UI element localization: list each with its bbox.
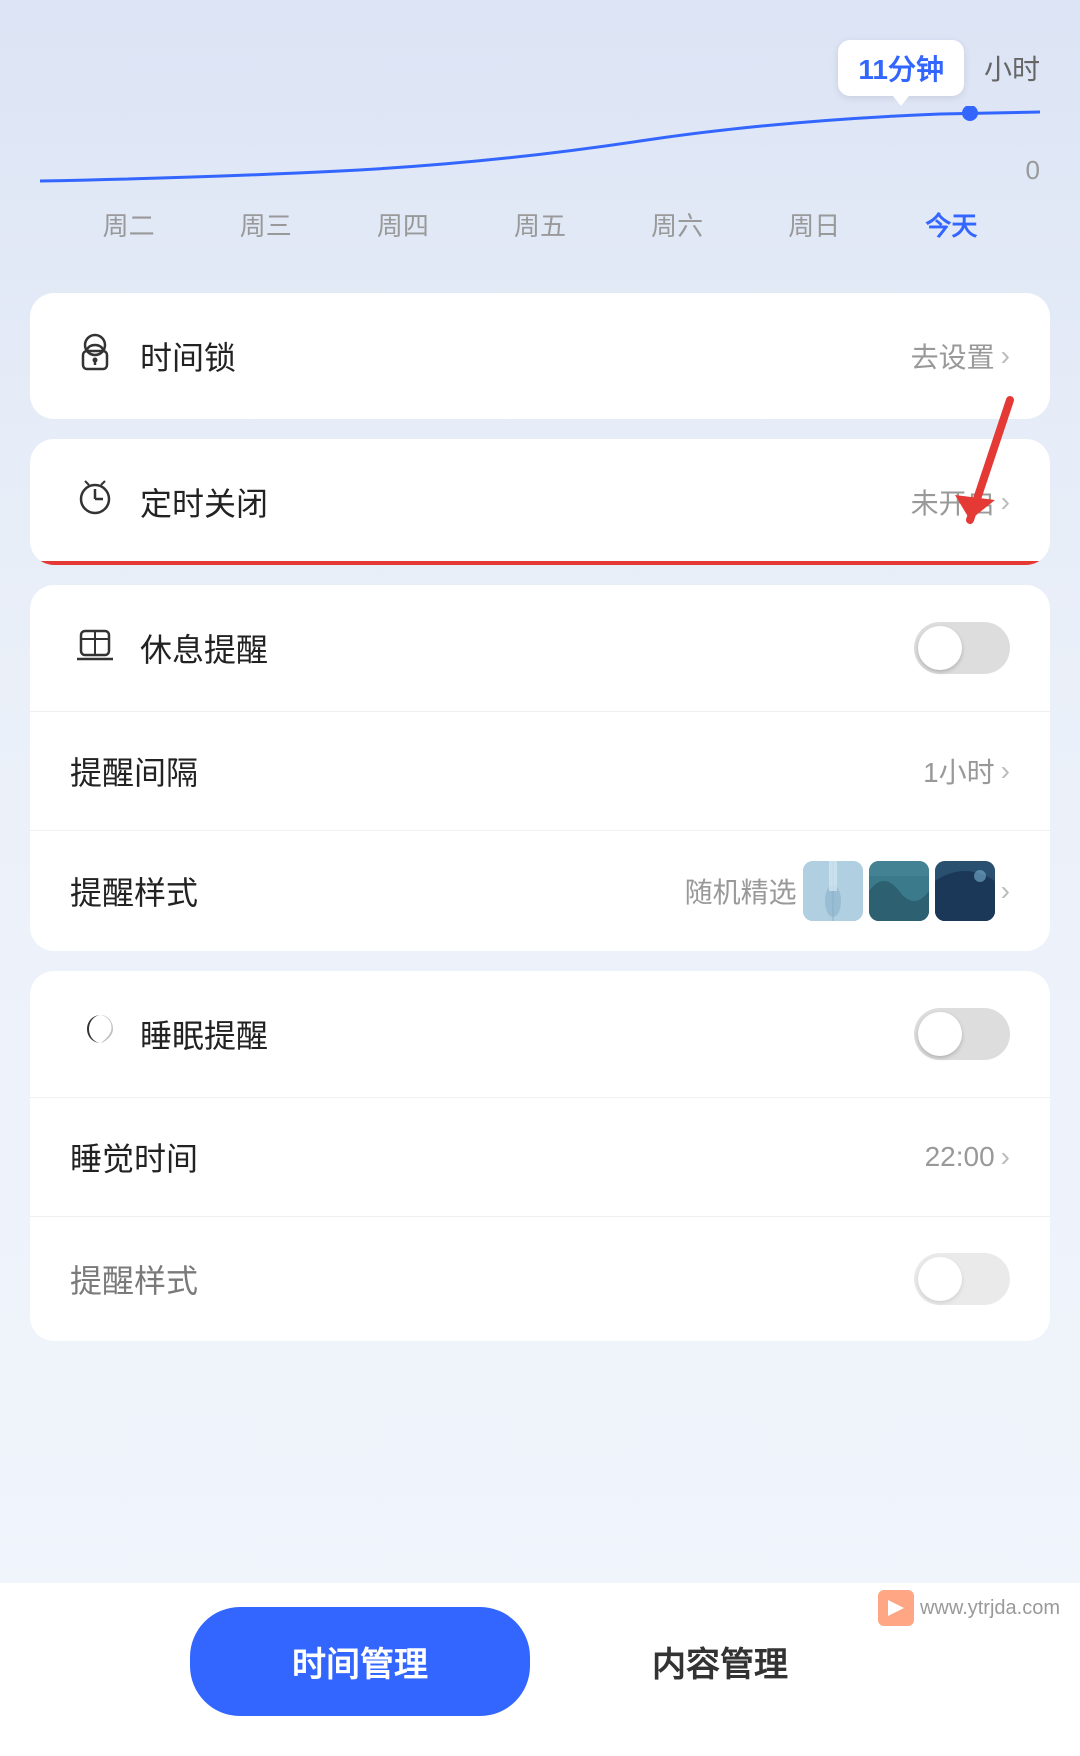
remind-interval-label: 提醒间隔 xyxy=(70,748,198,794)
sleep-reminder-toggle[interactable] xyxy=(914,1008,1010,1060)
thumb-3 xyxy=(935,861,995,921)
sleep-style-label: 提醒样式 xyxy=(70,1256,198,1302)
watermark: www.ytrjda.com xyxy=(878,1590,1060,1626)
rest-reminder-toggle[interactable] xyxy=(914,622,1010,674)
remind-interval-value: 1小时 xyxy=(923,751,995,791)
sleep-time-label: 睡觉时间 xyxy=(70,1134,198,1180)
content-management-tab[interactable]: 内容管理 xyxy=(550,1607,890,1716)
sleep-time-row[interactable]: 睡觉时间 22:00 › xyxy=(30,1098,1050,1217)
usage-chart: 0 xyxy=(40,106,1040,186)
day-fri[interactable]: 周五 xyxy=(504,196,576,253)
rest-reminder-icon xyxy=(70,621,120,675)
time-lock-chevron: › xyxy=(1001,340,1010,372)
day-sun[interactable]: 周日 xyxy=(778,196,850,253)
remind-style-value: 随机精选 xyxy=(685,871,797,911)
scheduled-close-card: 定时关闭 未开启 › xyxy=(30,439,1050,565)
day-today[interactable]: 今天 xyxy=(915,196,987,253)
time-lock-row[interactable]: 时间锁 去设置 › xyxy=(30,293,1050,419)
sleep-style-toggle[interactable] xyxy=(914,1253,1010,1305)
remind-interval-chevron: › xyxy=(1001,755,1010,787)
rest-reminder-card: 休息提醒 提醒间隔 1小时 › 提醒样式 随机精选 xyxy=(30,585,1050,951)
time-unit: 小时 xyxy=(984,48,1040,88)
day-thu[interactable]: 周四 xyxy=(367,196,439,253)
scheduled-close-label: 定时关闭 xyxy=(140,479,268,525)
sleep-style-row[interactable]: 提醒样式 xyxy=(30,1217,1050,1341)
day-sat[interactable]: 周六 xyxy=(641,196,713,253)
remind-style-thumbs xyxy=(803,861,995,921)
time-lock-card: 时间锁 去设置 › xyxy=(30,293,1050,419)
scheduled-close-status: 未开启 xyxy=(911,482,995,522)
time-lock-icon xyxy=(70,329,120,383)
time-management-tab[interactable]: 时间管理 xyxy=(190,1607,530,1716)
settings-cards: 时间锁 去设置 › 定时关闭 xyxy=(0,293,1080,1341)
rest-reminder-label: 休息提醒 xyxy=(140,625,268,671)
sleep-time-chevron: › xyxy=(1001,1141,1010,1173)
sleep-reminder-row: 睡眠提醒 xyxy=(30,971,1050,1098)
scheduled-close-row[interactable]: 定时关闭 未开启 › xyxy=(30,439,1050,565)
thumb-1 xyxy=(803,861,863,921)
rest-reminder-row: 休息提醒 xyxy=(30,585,1050,712)
days-row: 周二 周三 周四 周五 周六 周日 今天 xyxy=(40,196,1040,253)
scheduled-close-icon xyxy=(70,475,120,529)
chart-zero-label: 0 xyxy=(1026,155,1040,186)
day-tue[interactable]: 周二 xyxy=(93,196,165,253)
watermark-logo xyxy=(878,1590,914,1626)
time-value: 11分钟 xyxy=(838,40,964,96)
watermark-text: www.ytrjda.com xyxy=(920,1597,1060,1620)
sleep-reminder-card: 睡眠提醒 睡觉时间 22:00 › 提醒样式 xyxy=(30,971,1050,1341)
thumb-2 xyxy=(869,861,929,921)
sleep-reminder-label: 睡眠提醒 xyxy=(140,1011,268,1057)
remind-interval-row[interactable]: 提醒间隔 1小时 › xyxy=(30,712,1050,831)
remind-style-row[interactable]: 提醒样式 随机精选 xyxy=(30,831,1050,951)
time-lock-label: 时间锁 xyxy=(140,333,236,379)
sleep-reminder-icon xyxy=(70,1007,120,1061)
time-lock-action: 去设置 xyxy=(911,336,995,376)
scheduled-close-chevron: › xyxy=(1001,486,1010,518)
remind-style-chevron: › xyxy=(1001,875,1010,907)
remind-style-label: 提醒样式 xyxy=(70,868,198,914)
day-wed[interactable]: 周三 xyxy=(230,196,302,253)
sleep-time-value: 22:00 xyxy=(925,1141,995,1173)
